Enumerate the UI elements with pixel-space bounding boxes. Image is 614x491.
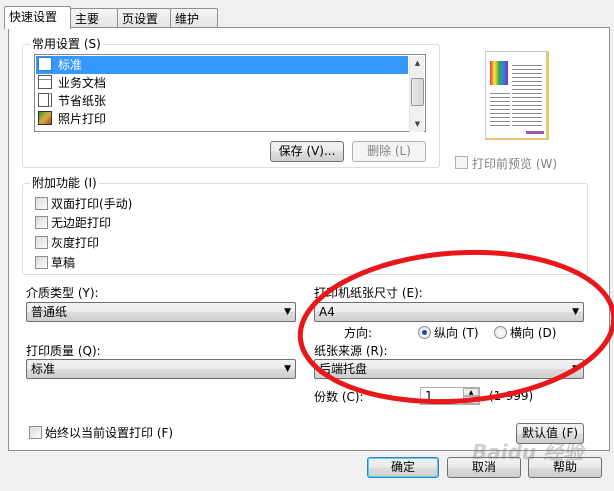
portrait-label: 纵向 (T): [434, 326, 479, 340]
chevron-down-icon: ▼: [284, 364, 291, 374]
delete-button[interactable]: 删除 (L): [352, 141, 426, 162]
paper-size-select[interactable]: A4 ▼: [314, 302, 584, 322]
chevron-down-icon: ▼: [284, 307, 291, 317]
paper-saving-icon: [38, 93, 52, 107]
business-doc-icon: [38, 75, 52, 89]
chevron-down-icon: ▼: [572, 307, 579, 317]
page-preview-image: [485, 51, 549, 140]
tab-main[interactable]: 主要: [70, 8, 118, 28]
list-item-label: 节省纸张: [58, 94, 107, 108]
copies-label: 份数 (C):: [314, 390, 364, 404]
paper-source-label: 纸张来源 (R):: [314, 344, 388, 358]
list-item[interactable]: 节省纸张: [36, 92, 408, 110]
scroll-up-icon[interactable]: ▲: [410, 56, 425, 71]
tab-maintenance[interactable]: 维护: [170, 8, 218, 28]
duplex-label: 双面打印(手动): [51, 197, 133, 211]
scroll-down-icon[interactable]: ▼: [410, 117, 425, 132]
borderless-checkbox[interactable]: [35, 216, 48, 229]
watermark-logo: Baidu 经验: [472, 440, 584, 464]
list-scrollbar[interactable]: ▲ ▼: [409, 56, 424, 132]
paper-size-label: 打印机纸张尺寸 (E):: [314, 286, 423, 300]
preview-text-lines: [490, 90, 510, 126]
tab-page-setup[interactable]: 页设置: [117, 8, 171, 28]
copies-value: 1: [425, 389, 433, 403]
media-type-label: 介质类型 (Y):: [26, 286, 99, 300]
ok-button[interactable]: 确定: [367, 457, 439, 478]
scroll-thumb[interactable]: [411, 78, 424, 106]
draft-checkbox[interactable]: [35, 256, 48, 269]
save-button[interactable]: 保存 (V)...: [270, 141, 344, 162]
landscape-label: 横向 (D): [510, 326, 557, 340]
always-print-checkbox[interactable]: [29, 426, 42, 439]
copies-spinner[interactable]: 1 ▲ ▼: [420, 387, 480, 405]
print-quality-value: 标准: [31, 362, 56, 376]
preview-checkbox[interactable]: [455, 156, 468, 169]
landscape-radio[interactable]: [494, 326, 507, 339]
preview-checkbox-label: 打印前预览 (W): [472, 157, 558, 171]
paper-source-value: 后端托盘: [319, 362, 368, 376]
portrait-radio[interactable]: [418, 326, 431, 339]
tab-quick-setup[interactable]: 快速设置: [4, 6, 71, 29]
grayscale-checkbox[interactable]: [35, 236, 48, 249]
additional-functions-label: 附加功能 (I): [30, 176, 99, 190]
always-print-label: 始终以当前设置打印 (F): [45, 426, 174, 440]
media-type-value: 普通纸: [31, 305, 68, 319]
paper-source-select[interactable]: 后端托盘 ▼: [314, 359, 584, 379]
copies-range: (1-999): [489, 389, 534, 403]
list-item[interactable]: 标准: [36, 56, 408, 74]
spin-up-icon[interactable]: ▲: [463, 388, 479, 396]
preview-photo-icon: [490, 61, 508, 85]
draft-label: 草稿: [51, 256, 76, 270]
duplex-checkbox[interactable]: [35, 197, 48, 210]
common-settings-list[interactable]: 标准 业务文档 节省纸张 照片打印 ▲ ▼: [34, 54, 426, 132]
borderless-label: 无边距打印: [51, 216, 112, 230]
list-item[interactable]: 照片打印: [36, 110, 408, 128]
list-item-label: 照片打印: [58, 112, 107, 126]
print-quality-select[interactable]: 标准 ▼: [26, 359, 296, 379]
list-item[interactable]: 业务文档: [36, 74, 408, 92]
paper-size-value: A4: [319, 305, 335, 319]
print-quality-label: 打印质量 (Q):: [26, 344, 101, 358]
list-item-label: 业务文档: [58, 76, 107, 90]
preview-text-lines: [512, 62, 542, 126]
chevron-down-icon: ▼: [572, 364, 579, 374]
grayscale-label: 灰度打印: [51, 236, 100, 250]
orientation-label: 方向:: [344, 326, 373, 340]
common-settings-label: 常用设置 (S): [30, 37, 103, 51]
standard-doc-icon: [38, 57, 52, 71]
spin-down-icon[interactable]: ▼: [463, 396, 479, 404]
media-type-select[interactable]: 普通纸 ▼: [26, 302, 296, 322]
list-item-label: 标准: [58, 58, 83, 72]
preview-footer-mark: [526, 131, 544, 134]
photo-icon: [38, 111, 52, 125]
